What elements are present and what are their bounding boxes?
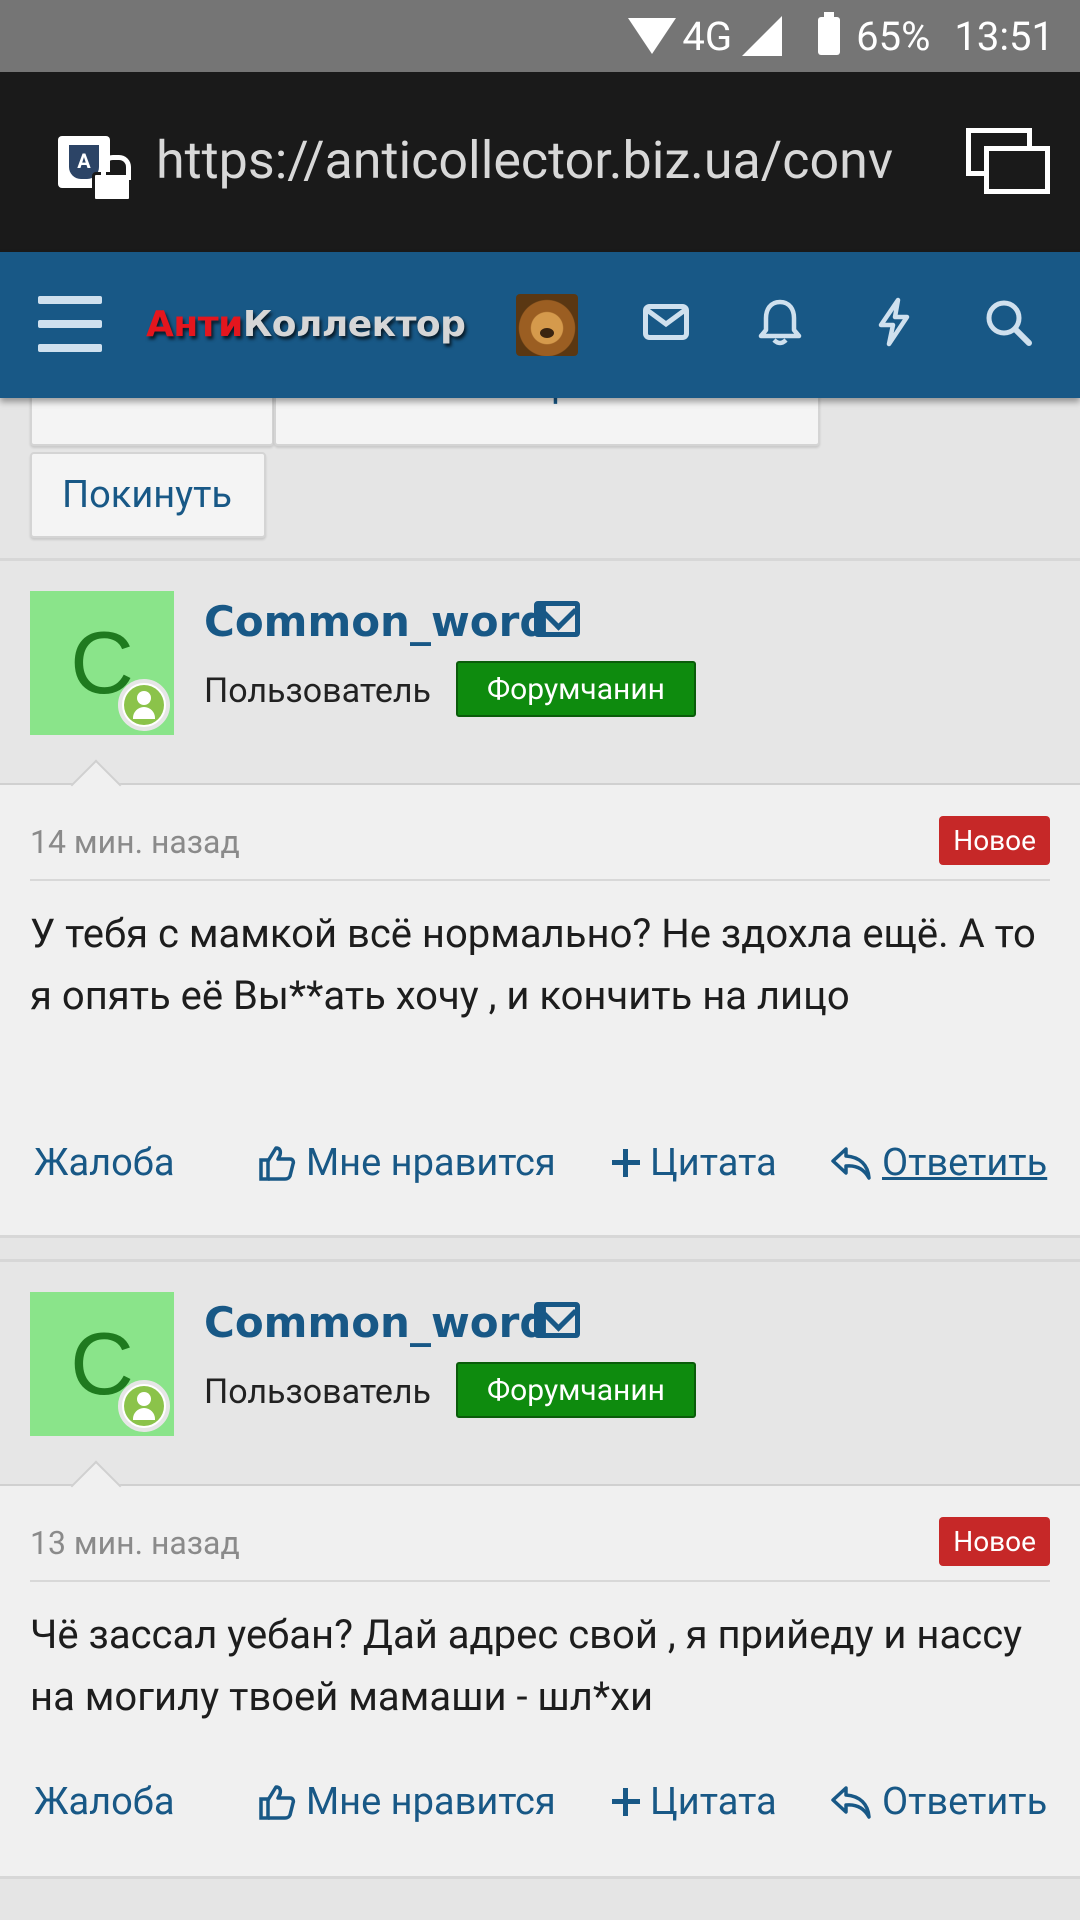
- post-pointer: [70, 1460, 122, 1512]
- wifi-icon: [628, 18, 677, 54]
- user-avatar[interactable]: [516, 294, 578, 356]
- battery-level: 65%: [856, 12, 931, 60]
- new-badge: Новое: [939, 816, 1050, 865]
- post-pointer: [70, 759, 122, 811]
- user-title: Пользователь: [204, 1372, 431, 1412]
- online-status-icon: [118, 679, 170, 731]
- username[interactable]: Common_word: [204, 1298, 549, 1347]
- message-user-icon[interactable]: [534, 1302, 580, 1338]
- url-field[interactable]: https://anticollector.biz.ua/conv: [156, 130, 916, 191]
- search-icon[interactable]: [978, 292, 1038, 352]
- message-user-icon[interactable]: [534, 601, 580, 637]
- message-post: C Common_word Пользователь Форумчанин 13…: [0, 1259, 1080, 1879]
- quote-button[interactable]: Цитата: [612, 1141, 777, 1185]
- like-button[interactable]: Мне нравится: [258, 1780, 556, 1824]
- clock: 13:51: [954, 12, 1054, 60]
- post-time[interactable]: 14 мин. назад: [30, 823, 240, 861]
- lock-icon: [92, 155, 132, 202]
- rank-badge: Форумчанин: [456, 1362, 696, 1418]
- post-time[interactable]: 13 мин. назад: [30, 1524, 240, 1562]
- bell-icon[interactable]: [750, 292, 810, 352]
- reply-button[interactable]: Ответить: [830, 1141, 1047, 1185]
- post-message: У тебя с мамкой всё нормально? Не здохла…: [30, 910, 1036, 1019]
- post-user-bar: C Common_word Пользователь Форумчанин: [0, 561, 1080, 811]
- lightning-icon[interactable]: [864, 292, 924, 352]
- post-user-bar: C Common_word Пользователь Форумчанин: [0, 1262, 1080, 1512]
- post-actions: Жалоба Мне нравится Цитата Ответить: [30, 1141, 1050, 1201]
- username[interactable]: Common_word: [204, 597, 549, 646]
- divider: [30, 879, 1050, 881]
- rank-badge: Форумчанин: [456, 661, 696, 717]
- thumbs-up-icon: [259, 1146, 296, 1181]
- post-message: Чё зассал уебан? Дай адрес свой , я прий…: [30, 1611, 1023, 1720]
- quote-button[interactable]: Цитата: [612, 1780, 777, 1824]
- status-bar: 4G 65% 13:51: [0, 0, 1080, 72]
- online-status-icon: [118, 1380, 170, 1432]
- leave-button[interactable]: Покинуть: [30, 452, 266, 538]
- plus-icon: [612, 1149, 640, 1177]
- reply-button[interactable]: Ответить: [830, 1780, 1047, 1824]
- site-header: АнтиКоллектор: [0, 252, 1080, 398]
- report-link[interactable]: Жалоба: [34, 1141, 175, 1185]
- divider: [30, 1580, 1050, 1582]
- new-badge: Новое: [939, 1517, 1050, 1566]
- inbox-icon[interactable]: [636, 292, 696, 352]
- plus-icon: [612, 1788, 640, 1816]
- tabs-switcher-icon[interactable]: [966, 128, 1050, 194]
- menu-icon[interactable]: [38, 296, 102, 352]
- reply-icon: [831, 1786, 871, 1819]
- network-type: 4G: [682, 12, 733, 60]
- reply-icon: [831, 1147, 871, 1180]
- like-button[interactable]: Мне нравится: [258, 1141, 556, 1185]
- site-logo[interactable]: АнтиКоллектор: [146, 304, 466, 345]
- user-title: Пользователь: [204, 671, 431, 711]
- signal-icon: [742, 16, 783, 56]
- report-link[interactable]: Жалоба: [34, 1780, 175, 1824]
- message-post: C Common_word Пользователь Форумчанин 14…: [0, 558, 1080, 1238]
- battery-icon: [818, 12, 841, 55]
- post-actions: Жалоба Мне нравится Цитата Ответить: [30, 1780, 1050, 1840]
- thumbs-up-icon: [259, 1785, 296, 1820]
- browser-url-bar: A https://anticollector.biz.ua/conv: [0, 72, 1080, 252]
